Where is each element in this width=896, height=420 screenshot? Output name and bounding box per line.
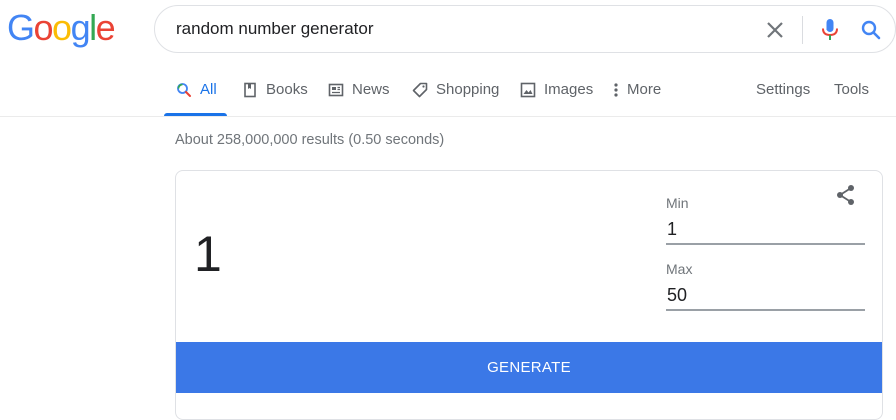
generated-number: 1 [194,226,222,282]
tab-label: All [200,81,217,98]
min-label: Min [666,195,689,211]
search-icon[interactable] [859,18,883,42]
logo-letter: o [52,7,72,48]
more-vert-icon [612,82,620,98]
share-icon[interactable] [834,183,858,207]
tab-label: More [627,81,662,98]
tab-books[interactable]: Books [242,80,308,116]
google-logo[interactable]: Google [7,7,116,48]
search-icon [176,82,192,98]
microphone-icon[interactable] [818,17,842,43]
book-icon [242,82,258,98]
tab-shopping[interactable]: Shopping [412,80,499,116]
max-field[interactable] [666,283,865,311]
generate-button[interactable]: GENERATE [176,342,882,393]
search-input[interactable]: random number generator [176,19,374,39]
tab-label: Images [544,81,594,98]
result-stats: About 258,000,000 results (0.50 seconds) [175,132,445,148]
tag-icon [412,82,428,98]
random-number-generator-card: 1 Min Max GENERATE [175,170,883,420]
search-divider [802,16,803,44]
logo-letter: g [70,7,91,48]
tab-label: Books [266,81,308,98]
min-field[interactable] [666,217,865,245]
tab-images[interactable]: Images [520,80,593,116]
logo-letter: G [7,7,35,48]
tab-label: Tools [834,81,870,98]
image-icon [520,82,536,98]
tab-label: News [352,81,390,98]
tabs-divider [0,116,896,117]
logo-letter: e [95,7,116,48]
tab-label: Settings [756,81,811,98]
tab-all[interactable]: All [176,80,217,116]
tab-more[interactable]: More [612,80,661,116]
newspaper-icon [328,82,344,98]
search-box[interactable]: random number generator [154,5,896,53]
tab-label: Shopping [436,81,500,98]
tab-news[interactable]: News [328,80,390,116]
close-icon[interactable] [763,18,787,42]
logo-letter: o [33,7,54,48]
max-label: Max [666,261,693,277]
tab-settings[interactable]: Settings [756,80,810,116]
tab-tools[interactable]: Tools [834,80,869,116]
